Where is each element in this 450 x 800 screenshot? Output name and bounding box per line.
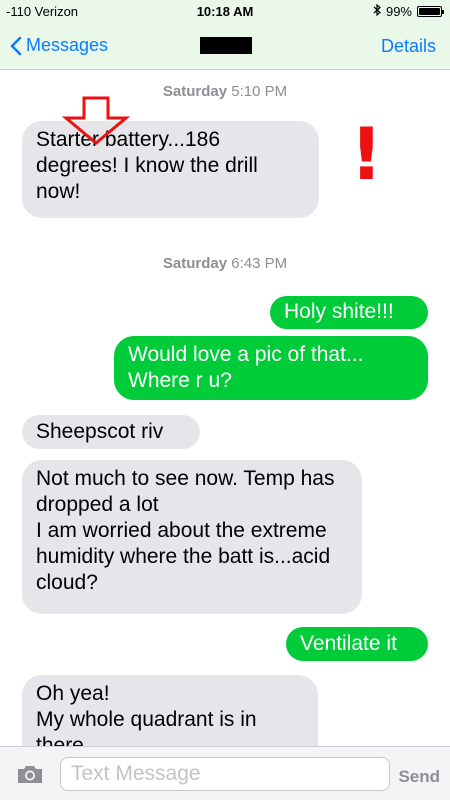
status-right: 99%: [373, 3, 444, 19]
status-bar: -110 Verizon 10:18 AM 99%: [0, 0, 450, 22]
message-bubble-outgoing[interactable]: Ventilate it: [286, 627, 428, 661]
message-text: Not much to see now. Temp has dropped a …: [36, 467, 335, 594]
back-label: Messages: [26, 35, 109, 55]
timestamp-day: Saturday: [162, 83, 228, 100]
details-button[interactable]: Details: [381, 36, 436, 57]
message-text: Holy shite!!!: [284, 300, 394, 323]
timestamp: Saturday 6:43 PM: [0, 255, 450, 272]
battery-fill: [419, 8, 440, 15]
camera-icon: [18, 766, 42, 783]
message-text: Sheepscot riv: [36, 420, 164, 443]
timestamp-day: Saturday: [162, 255, 228, 272]
nav-bar: Messages Details: [0, 22, 450, 70]
exclamation-annotation: !: [350, 112, 383, 196]
message-input[interactable]: [60, 757, 390, 791]
timestamp-time: 5:10 PM: [231, 83, 288, 100]
message-text: Ventilate it: [300, 632, 397, 655]
contact-name-redacted[interactable]: [200, 37, 252, 54]
bluetooth-icon: [373, 3, 381, 19]
message-bubble-incoming[interactable]: Sheepscot riv: [22, 415, 200, 449]
message-text: Would love a pic of that... Where r u?: [128, 343, 364, 392]
camera-button[interactable]: [16, 763, 44, 790]
timestamp-time: 6:43 PM: [231, 255, 288, 272]
battery-icon: [417, 6, 444, 17]
back-button[interactable]: Messages: [10, 35, 108, 56]
chevron-left-icon: [10, 36, 22, 56]
battery-percent: 99%: [385, 4, 412, 19]
message-bubble-outgoing[interactable]: Holy shite!!!: [270, 296, 428, 329]
send-button[interactable]: Send: [398, 767, 440, 787]
message-bubble-outgoing[interactable]: Would love a pic of that... Where r u?: [114, 336, 428, 400]
compose-bar: Send: [0, 746, 450, 800]
down-arrow-annotation-icon: [61, 96, 131, 151]
message-bubble-incoming[interactable]: Not much to see now. Temp has dropped a …: [22, 460, 362, 614]
